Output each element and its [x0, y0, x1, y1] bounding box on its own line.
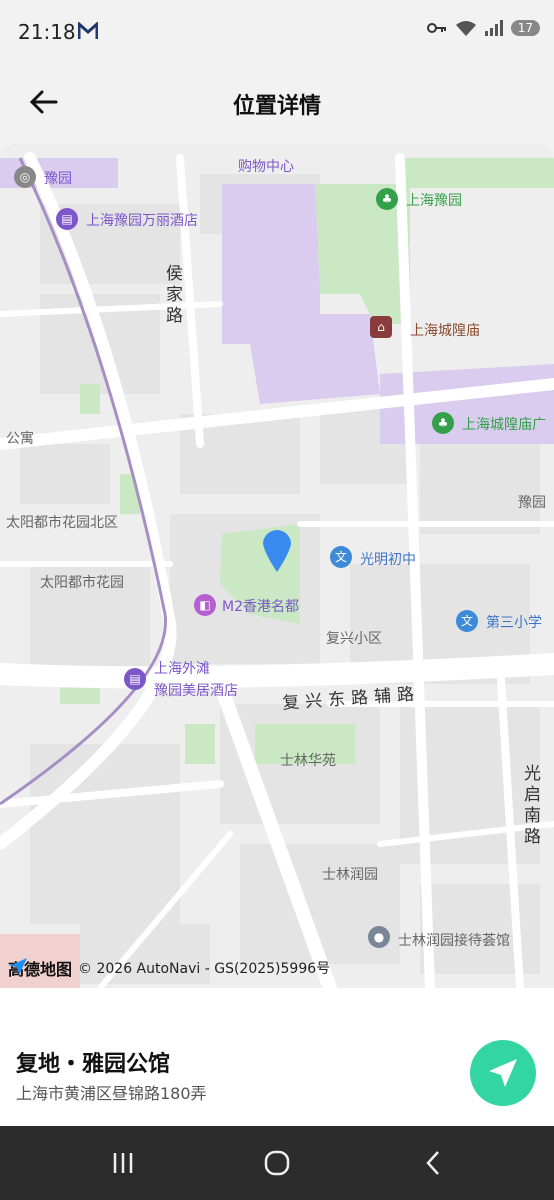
school-icon[interactable]: 文 [330, 546, 352, 568]
place-address: 上海市黄浦区昼锦路180弄 [16, 1084, 207, 1103]
map-label-gongyu: 公寓 [6, 431, 34, 447]
shopping-icon[interactable]: ◧ [194, 594, 216, 616]
hotel-icon[interactable]: ▤ [124, 668, 146, 690]
system-nav-bar [0, 1126, 554, 1200]
hotel-icon[interactable]: ▤ [56, 208, 78, 230]
system-icons: 17 [426, 20, 540, 36]
amap-logo-icon [9, 958, 27, 975]
map-label-shilin-huayuan: 士林华苑 [280, 753, 336, 769]
map-label-hotel2-line2[interactable]: 豫园美居酒店 [154, 680, 238, 700]
signal-icon [484, 20, 503, 36]
mail-app-icon [78, 22, 98, 39]
back-icon[interactable] [422, 1149, 444, 1177]
navigate-button[interactable] [470, 1040, 536, 1106]
place-info-sheet: 复地・雅园公馆 上海市黄浦区昼锦路180弄 [0, 988, 554, 1126]
map-label-taiyang-north: 太阳都市花园北区 [6, 515, 118, 531]
map-label-guangming[interactable]: 光明初中 [360, 549, 416, 569]
temple-icon[interactable]: ⌂ [370, 316, 392, 338]
map-copyright: © 2026 AutoNavi - GS(2025)5996号 [78, 961, 331, 977]
map-label-yuyuan-right: 豫园 [518, 495, 546, 511]
map-label-chenghuangmiao[interactable]: 上海城隍庙 [410, 320, 480, 340]
status-bar: 21:18 17 [0, 0, 554, 64]
map-label-shopping[interactable]: 购物中心 [238, 156, 294, 176]
metro-station-icon[interactable]: ◎ [14, 166, 36, 188]
school-icon[interactable]: 文 [456, 610, 478, 632]
building-icon[interactable]: ● [368, 926, 390, 948]
key-icon [426, 23, 446, 33]
map-label-houjialu: 侯家路 [162, 264, 182, 327]
park-icon[interactable]: ♣ [376, 188, 398, 210]
map-label-hotel1[interactable]: 上海豫园万丽酒店 [86, 210, 198, 230]
map-label-shilin-runyuan: 士林润园 [322, 867, 378, 883]
map-label-shanghai-yuyuan[interactable]: 上海豫园 [406, 190, 462, 210]
clock: 21:18 [18, 20, 76, 44]
map-attribution: 高德地图 © 2026 AutoNavi - GS(2025)5996号 [8, 956, 330, 980]
navigation-arrow-icon [489, 1059, 517, 1087]
map-label-yuyuan[interactable]: 豫园 [44, 168, 72, 188]
map-label-taiyang: 太阳都市花园 [40, 575, 124, 591]
park-icon[interactable]: ♣ [432, 412, 454, 434]
map-label-third-school[interactable]: 第三小学 [486, 612, 542, 632]
map-label-chenghuangmiao-square[interactable]: 上海城隍庙广 [462, 414, 546, 434]
recent-apps-icon[interactable] [110, 1150, 136, 1176]
map-label-m2[interactable]: M2香港名都 [222, 596, 299, 616]
wifi-icon [455, 21, 476, 36]
page-title: 位置详情 [232, 94, 321, 119]
map-label-shilin-hotel[interactable]: 士林润园接待荟馆 [398, 930, 510, 950]
map-label-hotel2-line1[interactable]: 上海外滩 [154, 658, 210, 678]
map-view[interactable]: 豫园 ◎ 购物中心 ▤ 上海豫园万丽酒店 ♣ 上海豫园 侯家路 ⌂ 上海城隍庙 … [0, 144, 554, 988]
place-name: 复地・雅园公馆 [16, 1052, 171, 1077]
map-label-guangqi-road: 光启南路 [520, 764, 540, 848]
battery-indicator: 17 [510, 20, 540, 36]
home-icon[interactable] [263, 1149, 291, 1177]
location-pin-icon[interactable] [261, 526, 293, 574]
map-label-fuxing-community: 复兴小区 [326, 631, 382, 647]
header: 位置详情 [0, 64, 554, 144]
